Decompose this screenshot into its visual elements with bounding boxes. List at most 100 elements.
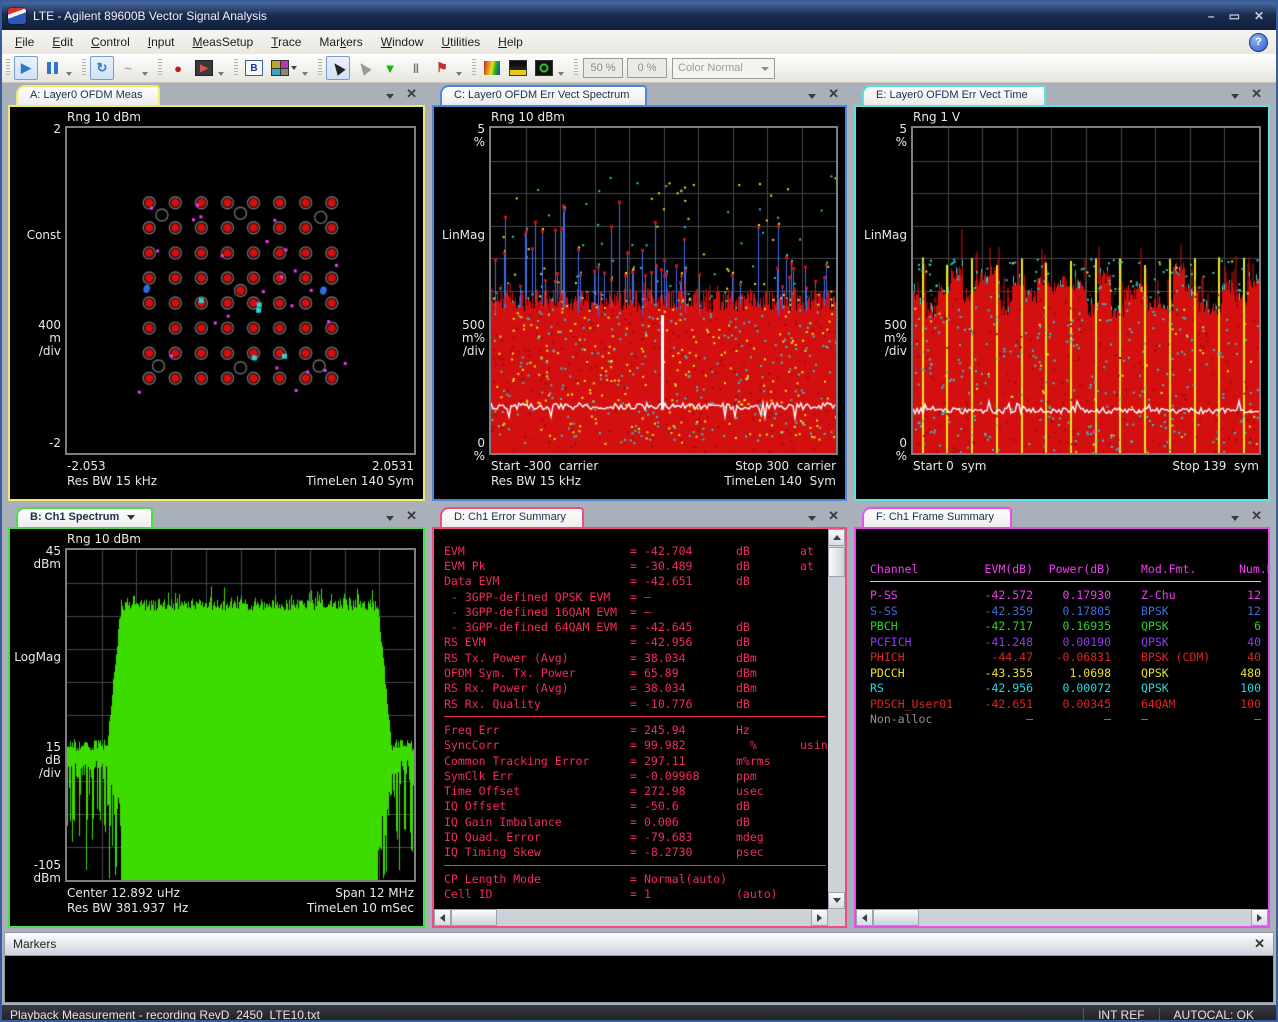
panel-c-collapse-icon[interactable]	[808, 94, 816, 99]
horizontal-scrollbar[interactable]	[434, 909, 828, 926]
menu-help[interactable]: Help	[489, 32, 532, 52]
maximize-button[interactable]: ▭	[1229, 9, 1240, 23]
scrollbar-thumb[interactable]	[828, 547, 845, 577]
panel-c-tab[interactable]: C: Layer0 OFDM Err Vect Spectrum	[440, 85, 647, 105]
frame-summary-header: ChannelEVM(dB)Power(dB)Mod.Fmt.Num.RB	[870, 561, 1261, 577]
marker-flag-button[interactable]: ⚑	[430, 56, 454, 80]
spectrogram-button[interactable]	[480, 56, 504, 80]
scroll-left-button[interactable]	[856, 909, 873, 926]
menu-window[interactable]: Window	[372, 32, 433, 52]
pointer-tool-button[interactable]	[326, 56, 350, 80]
recording-player-button[interactable]: ▶	[192, 56, 216, 80]
help-icon[interactable]: ?	[1249, 33, 1268, 52]
menu-file[interactable]: File	[6, 32, 43, 52]
spectrum-plot[interactable]	[65, 548, 416, 882]
menu-markers[interactable]: Markers	[310, 32, 371, 52]
panel-e-err-vect-time: E: Layer0 OFDM Err Vect Time ✕ Rng 1 V 5…	[854, 85, 1270, 501]
panel-f-collapse-icon[interactable]	[1231, 516, 1239, 521]
panel-d-close-icon[interactable]: ✕	[828, 510, 839, 522]
panel-b-tab-dropdown-icon[interactable]	[127, 515, 135, 520]
color-mode-select[interactable]: Color Normal	[672, 58, 775, 79]
error-summary-row: EVM Pk=-30.489dBat sym 0, sub	[444, 558, 828, 573]
transparency-input[interactable]: 50 %	[583, 58, 623, 78]
header-underline	[870, 581, 1261, 582]
sweep-button[interactable]: ~	[116, 56, 140, 80]
panel-a-close-icon[interactable]: ✕	[406, 88, 417, 100]
y-axis-format-label: Const	[10, 229, 61, 242]
recording-player-button-glyph: ▶	[195, 60, 213, 76]
menu-control[interactable]: Control	[82, 32, 139, 52]
record-button[interactable]: ●	[166, 56, 190, 80]
constellation-plot[interactable]	[65, 126, 416, 455]
menu-meassetup[interactable]: MeasSetup	[183, 32, 262, 52]
scroll-right-button[interactable]	[1251, 909, 1268, 926]
evm-spectrum-plot[interactable]	[489, 126, 838, 455]
evm-time-plot[interactable]	[911, 126, 1261, 455]
play-button[interactable]: ▶	[14, 56, 38, 80]
spectrum-display-button[interactable]	[506, 56, 530, 80]
menu-input[interactable]: Input	[139, 32, 184, 52]
band-power-marker-button[interactable]: ‖	[404, 56, 428, 80]
frame-summary-row: PDSCH_User01-42.6510.0034564QAM100	[870, 696, 1261, 712]
range-readout: Rng 1 V	[913, 110, 960, 124]
trace-layout-button[interactable]	[268, 56, 300, 80]
zoom-select-tool-button[interactable]	[352, 56, 376, 80]
panel-f-body: ChannelEVM(dB)Power(dB)Mod.Fmt.Num.RBP-S…	[854, 527, 1270, 928]
restart-button[interactable]: ↻	[90, 56, 114, 80]
panel-c-close-icon[interactable]: ✕	[828, 88, 839, 100]
panel-c-body: Rng 10 dBm 5 % LinMag 500 m% /div 0 % St…	[432, 105, 847, 501]
frame-summary-table: ChannelEVM(dB)Power(dB)Mod.Fmt.Num.RBP-S…	[856, 529, 1268, 909]
time-len-readout: TimeLen 10 mSec	[307, 901, 414, 915]
y-axis-scale-label: 500 m% /div	[856, 319, 907, 358]
error-summary-row: RS Tx. Power (Avg)=38.034dBm	[444, 650, 828, 665]
scrollbar-thumb[interactable]	[873, 909, 919, 926]
panel-a-tab[interactable]: A: Layer0 OFDM Meas	[16, 85, 160, 105]
panel-e-collapse-icon[interactable]	[1231, 94, 1239, 99]
error-summary-row: RS EVM=-42.956dB	[444, 635, 828, 650]
y-axis-scale-label: 15 dB /div	[10, 741, 61, 780]
minimize-button[interactable]: –	[1208, 9, 1215, 23]
markers-close-icon[interactable]: ✕	[1254, 938, 1265, 950]
bold-b-button[interactable]: B	[242, 56, 266, 80]
error-summary-row: Cell ID=1(auto)	[444, 886, 828, 901]
panel-f-tabrow: F: Ch1 Frame Summary ✕	[854, 507, 1270, 527]
panel-d-tab[interactable]: D: Ch1 Error Summary	[440, 507, 584, 527]
horizontal-scrollbar[interactable]	[856, 909, 1268, 926]
panel-b-tab[interactable]: B: Ch1 Spectrum	[16, 507, 153, 527]
panel-f-tab[interactable]: F: Ch1 Frame Summary	[862, 507, 1012, 527]
pause-button[interactable]	[40, 56, 64, 80]
time-len-readout: TimeLen 140 Sym	[306, 474, 414, 488]
panel-e-tabrow: E: Layer0 OFDM Err Vect Time ✕	[854, 85, 1270, 105]
frame-summary-row: S-SS-42.3590.17805BPSK12	[870, 603, 1261, 619]
close-button[interactable]: ✕	[1254, 9, 1264, 23]
panel-f-close-icon[interactable]: ✕	[1251, 510, 1262, 522]
scroll-up-button[interactable]	[828, 529, 845, 546]
rotation-input[interactable]: 0 %	[627, 58, 667, 78]
vertical-scrollbar[interactable]	[828, 529, 845, 909]
panel-b-close-icon[interactable]: ✕	[406, 510, 417, 522]
status-message: Playback Measurement - recording RevD_24…	[10, 1008, 1083, 1022]
scroll-left-button[interactable]	[434, 909, 451, 926]
menu-trace[interactable]: Trace	[262, 32, 310, 52]
panel-b-collapse-icon[interactable]	[386, 516, 394, 521]
markers-content	[4, 956, 1274, 1003]
menu-utilities[interactable]: Utilities	[432, 32, 489, 52]
panel-e-close-icon[interactable]: ✕	[1251, 88, 1262, 100]
summary-separator	[444, 865, 826, 866]
panel-a-collapse-icon[interactable]	[386, 94, 394, 99]
scrollbar-thumb[interactable]	[451, 909, 497, 926]
res-bw-readout: Res BW 15 kHz	[491, 474, 581, 488]
error-summary-row: RS Rx. Power (Avg)=38.034dBm	[444, 681, 828, 696]
marker-to-peak-button[interactable]: ▼	[378, 56, 402, 80]
menu-edit[interactable]: Edit	[43, 32, 82, 52]
panel-d-collapse-icon[interactable]	[808, 516, 816, 521]
y-axis-top-label: 5 %	[856, 123, 907, 149]
scroll-right-button[interactable]	[811, 909, 828, 926]
panel-e-tab[interactable]: E: Layer0 OFDM Err Vect Time	[862, 85, 1046, 105]
frame-summary-row: RS-42.9560.00072QPSK100	[870, 681, 1261, 697]
constellation-display-button[interactable]	[532, 56, 556, 80]
spectrum-icon	[509, 60, 527, 76]
scroll-down-button[interactable]	[828, 892, 845, 909]
time-len-readout: TimeLen 140 Sym	[724, 474, 836, 488]
panel-d-error-summary: D: Ch1 Error Summary ✕ EVM=-42.704dBat E…	[432, 507, 847, 928]
